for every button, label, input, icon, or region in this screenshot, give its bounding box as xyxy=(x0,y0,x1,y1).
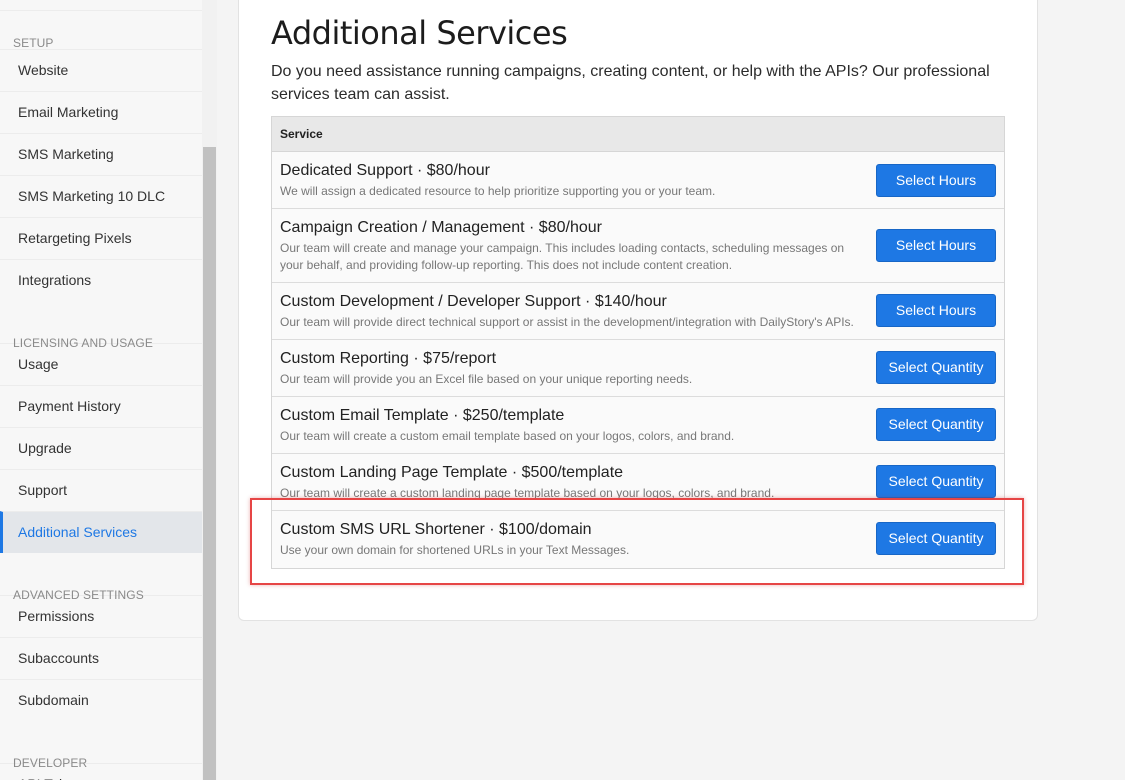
select-quantity-button[interactable]: Select Quantity xyxy=(876,351,996,384)
select-quantity-button[interactable]: Select Quantity xyxy=(876,408,996,441)
service-description: Our team will create a custom landing pa… xyxy=(280,486,775,500)
sidebar-item-sms-marketing[interactable]: SMS Marketing xyxy=(0,133,202,175)
select-quantity-button[interactable]: Select Quantity xyxy=(876,522,996,555)
select-hours-button[interactable]: Select Hours xyxy=(876,294,996,327)
sidebar-scrollbar-thumb[interactable] xyxy=(203,147,216,780)
service-description: Our team will create and manage your cam… xyxy=(280,241,845,272)
service-name: Dedicated Support · $80/hour xyxy=(280,162,490,179)
sidebar-item-email-marketing[interactable]: Email Marketing xyxy=(0,91,202,133)
sidebar-item-subaccounts[interactable]: Subaccounts xyxy=(0,637,202,679)
services-table: Service Dedicated Support · $80/hour We … xyxy=(271,116,1005,569)
select-quantity-button[interactable]: Select Quantity xyxy=(876,465,996,498)
sidebar-section-licensing: LICENSING AND USAGE xyxy=(13,336,153,350)
select-hours-button[interactable]: Select Hours xyxy=(876,164,996,197)
service-name: Custom Reporting · $75/report xyxy=(280,350,497,367)
sidebar-item-payment-history[interactable]: Payment History xyxy=(0,385,202,427)
sidebar-section-setup: SETUP xyxy=(13,36,54,50)
table-row: Custom SMS URL Shortener · $100/domain U… xyxy=(272,511,1004,568)
service-description: Our team will create a custom email temp… xyxy=(280,429,735,443)
settings-sidebar: SETUP Website Email Marketing SMS Market… xyxy=(0,0,202,780)
sidebar-item-integrations[interactable]: Integrations xyxy=(0,259,202,301)
sidebar-top-divider xyxy=(0,0,202,11)
service-name: Custom Development / Developer Support ·… xyxy=(280,293,667,310)
service-description: Our team will provide you an Excel file … xyxy=(280,372,693,386)
table-header-service: Service xyxy=(272,117,1004,152)
page-intro: Do you need assistance running campaigns… xyxy=(271,63,990,103)
service-description: Our team will provide direct technical s… xyxy=(280,315,854,329)
table-row: Custom Email Template · $250/template Ou… xyxy=(272,397,1004,454)
select-hours-button[interactable]: Select Hours xyxy=(876,229,996,262)
sidebar-item-upgrade[interactable]: Upgrade xyxy=(0,427,202,469)
service-name: Custom SMS URL Shortener · $100/domain xyxy=(280,521,592,538)
service-name: Custom Email Template · $250/template xyxy=(280,407,565,424)
sidebar-item-api-tokens[interactable]: API Tokens xyxy=(0,763,202,780)
service-description: Use your own domain for shortened URLs i… xyxy=(280,543,630,557)
sidebar-section-advanced: ADVANCED SETTINGS xyxy=(13,588,144,602)
sidebar-item-website[interactable]: Website xyxy=(0,49,202,91)
sidebar-item-support[interactable]: Support xyxy=(0,469,202,511)
table-row: Custom Reporting · $75/report Our team w… xyxy=(272,340,1004,397)
sidebar-item-subdomain[interactable]: Subdomain xyxy=(0,679,202,721)
page-title: Additional Services xyxy=(271,14,568,52)
service-description: We will assign a dedicated resource to h… xyxy=(280,184,716,198)
sidebar-section-developer: DEVELOPER xyxy=(13,756,88,770)
service-name: Campaign Creation / Management · $80/hou… xyxy=(280,219,602,236)
table-row: Custom Development / Developer Support ·… xyxy=(272,283,1004,340)
table-row: Custom Landing Page Template · $500/temp… xyxy=(272,454,1004,511)
sidebar-item-additional-services[interactable]: Additional Services xyxy=(0,511,202,553)
sidebar-item-sms-marketing-10dlc[interactable]: SMS Marketing 10 DLC xyxy=(0,175,202,217)
table-row: Dedicated Support · $80/hour We will ass… xyxy=(272,152,1004,209)
sidebar-item-retargeting-pixels[interactable]: Retargeting Pixels xyxy=(0,217,202,259)
table-row: Campaign Creation / Management · $80/hou… xyxy=(272,209,1004,283)
service-name: Custom Landing Page Template · $500/temp… xyxy=(280,464,624,481)
